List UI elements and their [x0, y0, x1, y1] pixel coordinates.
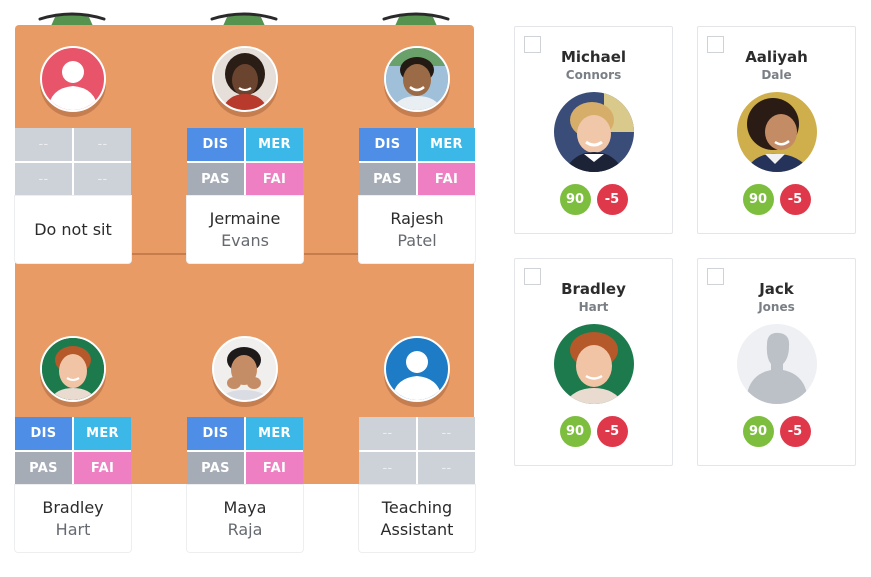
seat-name[interactable]: Maya Raja [187, 485, 303, 552]
seat-first-name: Jermaine [209, 208, 281, 228]
lamp-icon [37, 10, 107, 26]
behavior-cell-dis[interactable]: DIS [15, 417, 72, 450]
behavior-cell-mer[interactable]: MER [246, 128, 303, 161]
behavior-grid: -- -- -- -- [15, 128, 131, 196]
positive-points-badge[interactable]: 90 [742, 416, 774, 447]
lamp-icon [381, 10, 451, 26]
seat-name[interactable]: Jermaine Evans [187, 196, 303, 263]
student-avatar[interactable] [212, 46, 278, 112]
seat-first-name: Maya [223, 497, 267, 517]
behavior-cell[interactable]: -- [418, 417, 475, 450]
student-photo [214, 338, 276, 400]
student-first-name: Jack [759, 280, 794, 298]
seat-name[interactable]: Rajesh Patel [359, 196, 475, 263]
avatar-placeholder[interactable] [40, 46, 106, 112]
student-card[interactable]: Aaliyah Dale 90 -5 [697, 26, 856, 234]
positive-points-badge[interactable]: 90 [559, 184, 591, 215]
negative-points-badge[interactable]: -5 [596, 416, 628, 447]
seat-last-name: Raja [227, 519, 263, 539]
seat-name[interactable]: Bradley Hart [15, 485, 131, 552]
student-first-name: Bradley [561, 280, 626, 298]
behavior-cell[interactable]: -- [359, 452, 416, 485]
seat-last-name: Assistant [380, 519, 454, 539]
student-photo [42, 338, 104, 400]
user-silhouette-icon [737, 324, 817, 404]
seat-last-name: Patel [397, 230, 437, 250]
behavior-cell[interactable]: -- [74, 128, 131, 161]
seat-name[interactable]: Do not sit [15, 196, 131, 263]
seat-last-name: Hart [55, 519, 91, 539]
seat-first-name: Teaching [381, 497, 453, 517]
behavior-cell[interactable]: -- [359, 417, 416, 450]
student-avatar[interactable] [384, 46, 450, 112]
seat-first-name: Do not sit [34, 219, 112, 239]
seat-first-name: Rajesh [390, 208, 444, 228]
seat-first-name: Bradley [42, 497, 104, 517]
behavior-cell-pas[interactable]: PAS [359, 163, 416, 196]
behavior-cell-pas[interactable]: PAS [15, 452, 72, 485]
behavior-cell[interactable]: -- [15, 163, 72, 196]
behavior-cell-mer[interactable]: MER [418, 128, 475, 161]
seat-name[interactable]: Teaching Assistant [359, 485, 475, 552]
behavior-cell[interactable]: -- [15, 128, 72, 161]
student-card[interactable]: Michael Connors 90 -5 [514, 26, 673, 234]
behavior-cell-dis[interactable]: DIS [187, 417, 244, 450]
student-photo [554, 324, 634, 404]
student-last-name: Connors [565, 68, 622, 82]
behavior-cell[interactable]: -- [418, 452, 475, 485]
behavior-cell-dis[interactable]: DIS [359, 128, 416, 161]
student-last-name: Dale [761, 68, 792, 82]
seat-last-name: Evans [221, 230, 269, 250]
desk-connector [302, 253, 359, 255]
avatar-placeholder [737, 324, 817, 404]
student-last-name: Jones [758, 300, 795, 314]
behavior-grid: DIS MER PAS FAI [15, 417, 131, 485]
behavior-cell-fai[interactable]: FAI [246, 452, 303, 485]
user-silhouette-icon [48, 61, 98, 110]
behavior-grid: -- -- -- -- [359, 417, 475, 485]
behavior-cell-fai[interactable]: FAI [74, 452, 131, 485]
behavior-cell-fai[interactable]: FAI [246, 163, 303, 196]
behavior-cell[interactable]: -- [74, 163, 131, 196]
student-photo [214, 48, 276, 110]
behavior-cell-dis[interactable]: DIS [187, 128, 244, 161]
avatar-placeholder[interactable] [384, 336, 450, 402]
lamp-icon [209, 10, 279, 26]
positive-points-badge[interactable]: 90 [559, 416, 591, 447]
student-first-name: Aaliyah [745, 48, 808, 66]
negative-points-badge[interactable]: -5 [779, 184, 811, 215]
student-last-name: Hart [578, 300, 609, 314]
behavior-grid: DIS MER PAS FAI [359, 128, 475, 196]
student-avatar[interactable] [40, 336, 106, 402]
behavior-cell-fai[interactable]: FAI [418, 163, 475, 196]
student-first-name: Michael [560, 48, 627, 66]
behavior-grid: DIS MER PAS FAI [187, 128, 303, 196]
student-photo [554, 92, 634, 172]
negative-points-badge[interactable]: -5 [779, 416, 811, 447]
negative-points-badge[interactable]: -5 [596, 184, 628, 215]
behavior-cell-mer[interactable]: MER [246, 417, 303, 450]
behavior-cell-pas[interactable]: PAS [187, 163, 244, 196]
positive-points-badge[interactable]: 90 [742, 184, 774, 215]
student-card[interactable]: Bradley Hart 90 -5 [514, 258, 673, 466]
student-card[interactable]: Jack Jones 90 -5 [697, 258, 856, 466]
desk-connector [130, 253, 187, 255]
student-photo [386, 48, 448, 110]
student-avatar[interactable] [212, 336, 278, 402]
behavior-cell-mer[interactable]: MER [74, 417, 131, 450]
user-silhouette-icon [392, 351, 442, 400]
behavior-cell-pas[interactable]: PAS [187, 452, 244, 485]
behavior-grid: DIS MER PAS FAI [187, 417, 303, 485]
student-photo [737, 92, 817, 172]
